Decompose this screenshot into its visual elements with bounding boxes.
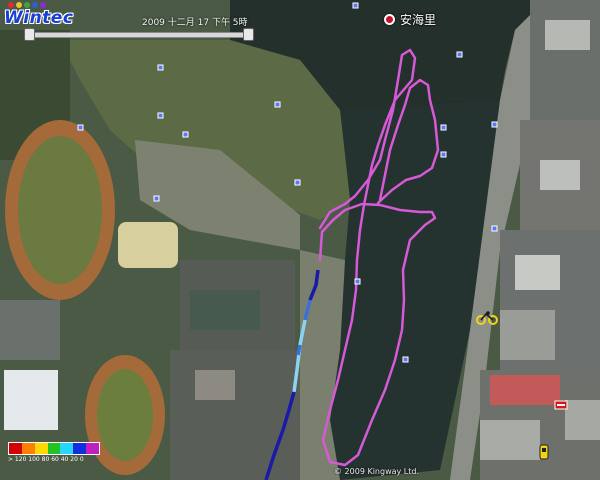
waypoint-square-icon[interactable]	[456, 51, 463, 58]
legend-swatch	[73, 443, 87, 454]
cyclist-icon[interactable]	[476, 311, 498, 325]
legend-swatch	[34, 443, 48, 454]
legend-swatch	[86, 443, 100, 454]
map-view[interactable]: Wintec 2009 十二月 17 下午 5時 安海里 > 120 100 8…	[0, 0, 600, 480]
waypoint-square-icon[interactable]	[352, 2, 359, 9]
waypoint-square-icon[interactable]	[274, 101, 281, 108]
legend-swatch	[21, 443, 35, 454]
waypoint-square-icon[interactable]	[354, 278, 361, 285]
legend-swatch	[47, 443, 61, 454]
waypoint-square-icon[interactable]	[77, 124, 84, 131]
waypoint-square-icon[interactable]	[157, 64, 164, 71]
waypoint-square-icon[interactable]	[491, 121, 498, 128]
copyright-text: © 2009 Kingway Ltd.	[334, 467, 419, 476]
speed-legend-ticks: > 120 100 80 60 40 20 0	[8, 456, 84, 463]
red-dot-pin-icon[interactable]	[384, 14, 395, 25]
place-name: 安海里	[400, 13, 437, 27]
waypoint-square-icon[interactable]	[153, 195, 160, 202]
red-flag-icon[interactable]	[554, 400, 568, 412]
legend-swatch	[9, 443, 22, 454]
speed-legend: > 120 100 80 60 40 20 0	[8, 442, 100, 463]
waypoint-square-icon[interactable]	[294, 179, 301, 186]
yellow-figure-icon[interactable]	[538, 444, 550, 460]
waypoint-layer	[77, 2, 498, 363]
logo-text: Wintec	[4, 8, 74, 28]
time-slider[interactable]	[24, 27, 254, 42]
waypoint-square-icon[interactable]	[157, 112, 164, 119]
time-slider-end-handle[interactable]	[243, 28, 254, 41]
legend-swatch	[60, 443, 74, 454]
waypoint-square-icon[interactable]	[440, 124, 447, 131]
waypoint-square-icon[interactable]	[440, 151, 447, 158]
waypoint-square-icon[interactable]	[402, 356, 409, 363]
waypoint-square-icon[interactable]	[491, 225, 498, 232]
time-slider-track[interactable]	[26, 32, 252, 38]
place-marker[interactable]: 安海里	[384, 11, 436, 28]
time-slider-start-handle[interactable]	[24, 28, 35, 41]
speed-legend-bar	[8, 442, 100, 455]
waypoint-square-icon[interactable]	[182, 131, 189, 138]
